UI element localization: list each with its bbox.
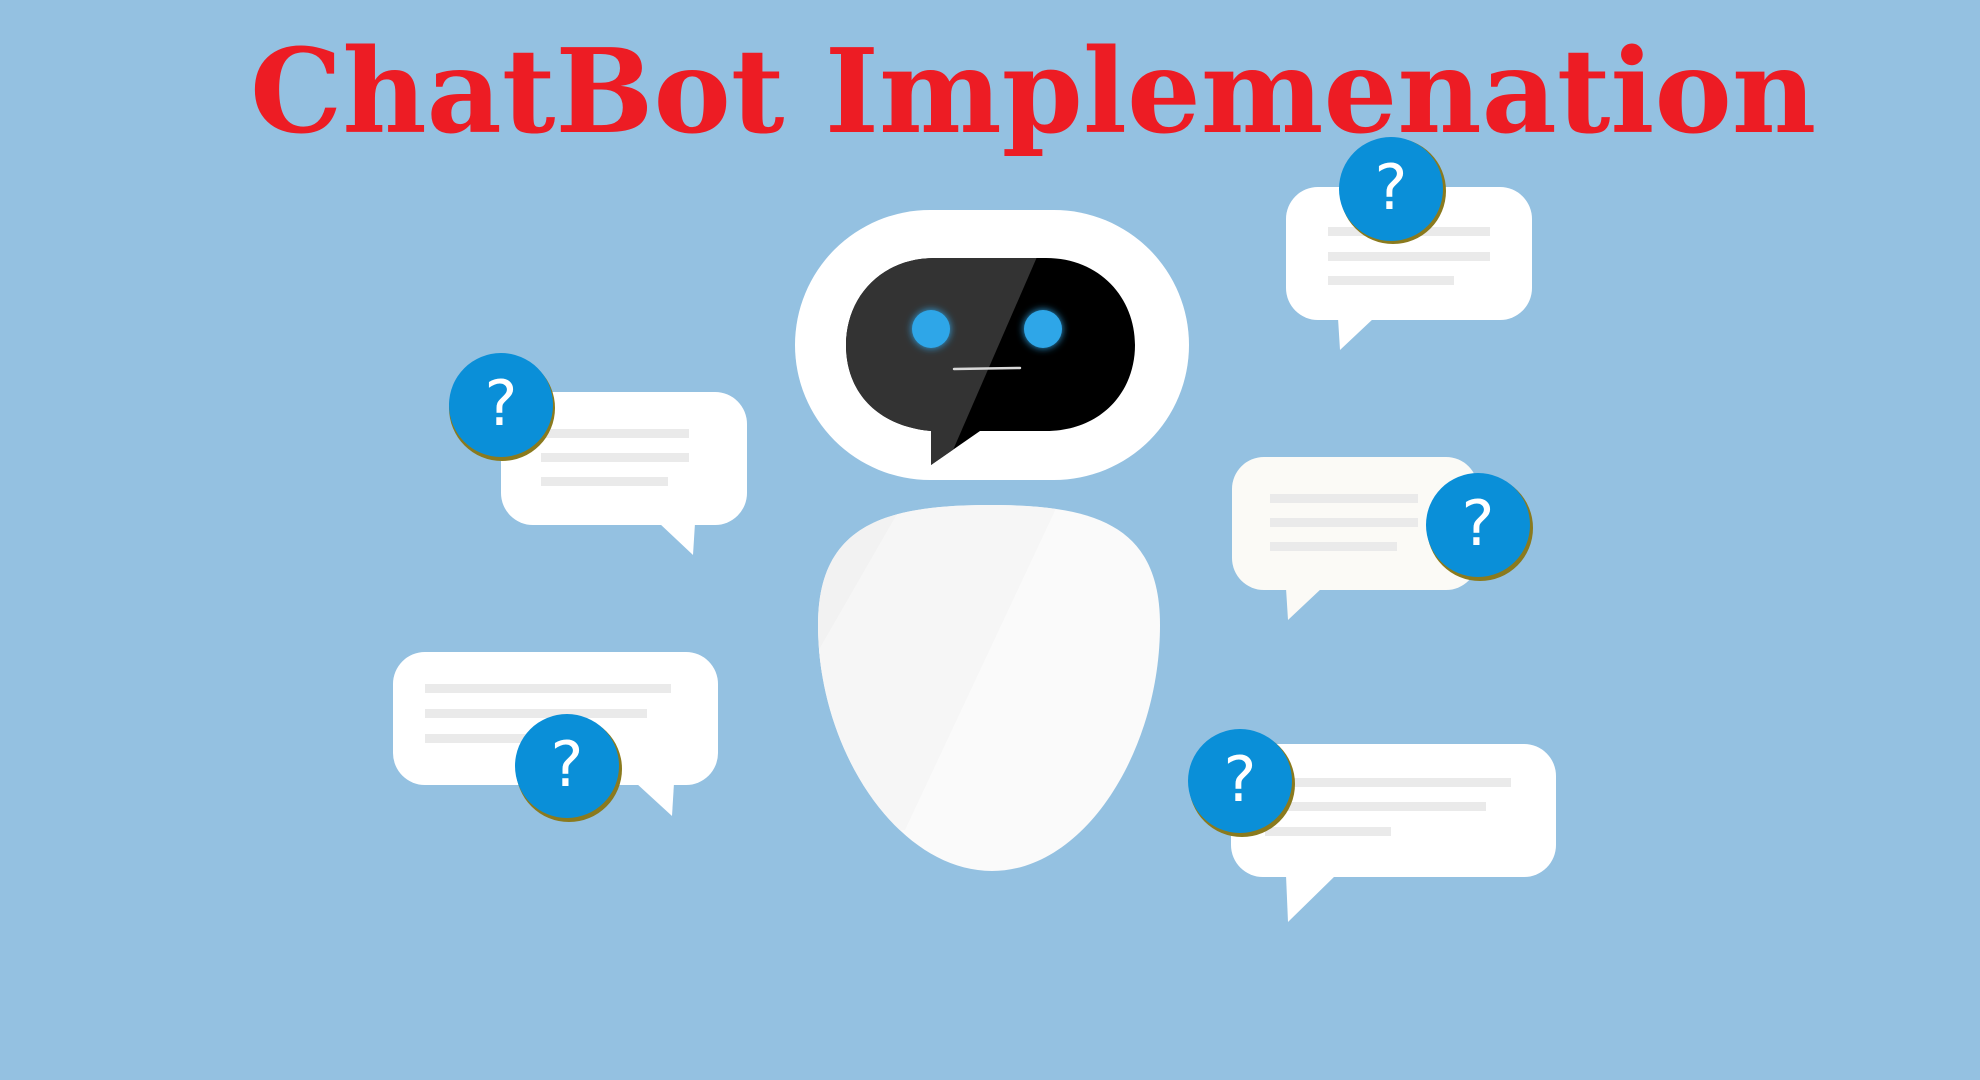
chatbot-illustration: ? ? ? ? ? (393, 137, 1556, 922)
svg-text:?: ? (485, 367, 518, 440)
robot-mouth (952, 366, 1022, 371)
svg-text:?: ? (1462, 487, 1495, 560)
robot-icon (795, 210, 1189, 871)
question-mark-icon: ? (1426, 473, 1533, 581)
question-mark-icon: ? (449, 353, 555, 461)
svg-text:?: ? (1375, 151, 1408, 224)
svg-text:?: ? (1224, 743, 1257, 816)
page-title: ChatBot Implemenation (250, 24, 1817, 160)
svg-text:?: ? (551, 728, 584, 801)
robot-eye-left (912, 310, 950, 348)
robot-body (818, 505, 1160, 871)
robot-eye-right (1024, 310, 1062, 348)
canvas: ? ? ? ? ? ChatBot Implemenation (0, 0, 1980, 1080)
